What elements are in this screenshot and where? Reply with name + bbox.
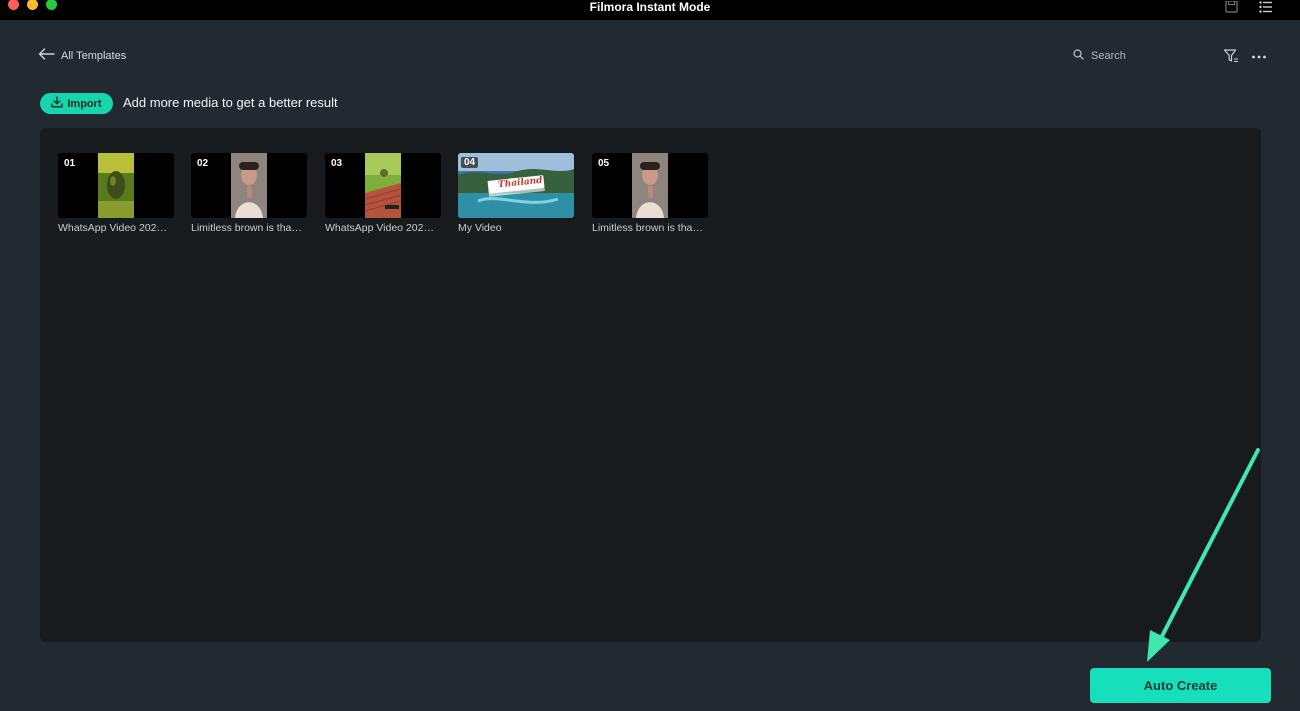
media-name: WhatsApp Video 202… (58, 222, 167, 234)
arrow-left-icon (38, 47, 55, 65)
save-icon[interactable] (1225, 0, 1238, 18)
media-item[interactable]: 03 WhatsApp Video 202… (325, 153, 441, 234)
media-thumbnail[interactable]: 03 (325, 153, 441, 218)
more-options-icon[interactable] (1251, 50, 1267, 68)
media-thumbnail[interactable]: 01 (58, 153, 174, 218)
media-item[interactable]: 02 Limitless brown is tha… (191, 153, 307, 234)
back-to-all-templates[interactable]: All Templates (38, 48, 126, 64)
media-item[interactable]: 04 Thailand My Video (458, 153, 574, 234)
media-name: Limitless brown is tha… (592, 222, 703, 234)
media-thumbnail[interactable]: 04 Thailand (458, 153, 574, 218)
media-index: 04 (461, 157, 479, 168)
media-thumbnail[interactable]: 02 (191, 153, 307, 218)
media-index: 03 (331, 158, 343, 169)
video-frame-image (231, 153, 267, 218)
media-item[interactable]: 05 Limitless brown is tha… (592, 153, 708, 234)
download-icon (51, 95, 64, 113)
search-icon (1073, 47, 1084, 65)
media-thumbnail[interactable]: 05 (592, 153, 708, 218)
search-box[interactable]: Search (1073, 49, 1126, 63)
back-label: All Templates (61, 50, 127, 62)
list-view-icon[interactable] (1259, 0, 1273, 18)
auto-create-button[interactable]: Auto Create (1090, 668, 1271, 703)
media-index: 01 (64, 158, 76, 169)
video-frame-image (365, 153, 401, 218)
window-title: Filmora Instant Mode (589, 0, 711, 14)
media-item[interactable]: 01 WhatsApp Video 202… (58, 153, 174, 234)
media-name: WhatsApp Video 202… (325, 222, 434, 234)
video-frame-image (98, 153, 134, 218)
media-index: 02 (197, 158, 209, 169)
import-label: Import (67, 97, 102, 110)
filter-icon[interactable] (1223, 48, 1239, 69)
search-input[interactable]: Search (1091, 50, 1126, 62)
media-name: My Video (458, 222, 502, 234)
media-index: 05 (598, 158, 610, 169)
media-panel: 01 WhatsApp Video 202… 02 Limitless brow… (40, 128, 1261, 642)
import-button[interactable]: Import (40, 93, 113, 114)
title-bar: Filmora Instant Mode (0, 0, 1300, 20)
media-name: Limitless brown is tha… (191, 222, 302, 234)
add-media-hint: Add more media to get a better result (123, 95, 338, 110)
video-frame-image (632, 153, 668, 218)
